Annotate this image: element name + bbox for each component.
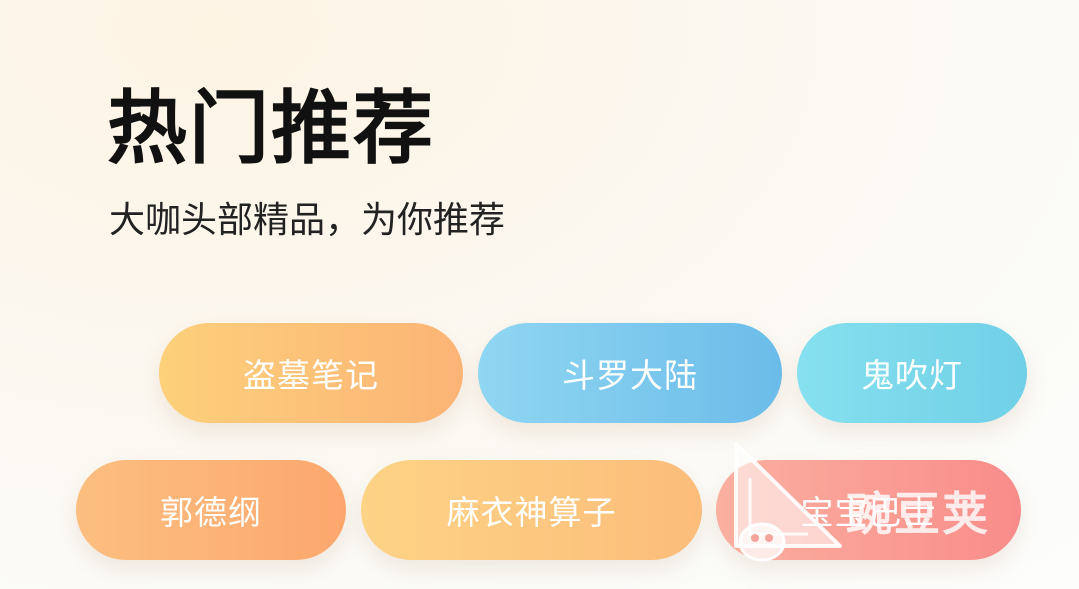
tag-button-baobao-bashi[interactable]: 宝宝巴士 (716, 460, 1021, 560)
page-title: 热门推荐 (107, 81, 435, 175)
tag-button-mayi-shensuanzi[interactable]: 麻衣神算子 (361, 460, 702, 560)
page-subtitle: 大咖头部精品，为你推荐 (109, 200, 506, 241)
tag-label: 郭德纲 (160, 493, 262, 532)
tag-label: 麻衣神算子 (446, 493, 617, 532)
tag-button-douluo-dalu[interactable]: 斗罗大陆 (478, 323, 782, 423)
tag-label: 盗墓笔记 (243, 356, 379, 395)
tag-button-guo-degang[interactable]: 郭德纲 (76, 460, 346, 560)
tag-label: 宝宝巴士 (800, 493, 937, 532)
tag-label: 鬼吹灯 (861, 356, 963, 395)
tag-label: 斗罗大陆 (562, 356, 698, 395)
tag-button-daomu-biji[interactable]: 盗墓笔记 (159, 323, 463, 423)
tag-button-gui-chui-deng[interactable]: 鬼吹灯 (797, 323, 1027, 423)
